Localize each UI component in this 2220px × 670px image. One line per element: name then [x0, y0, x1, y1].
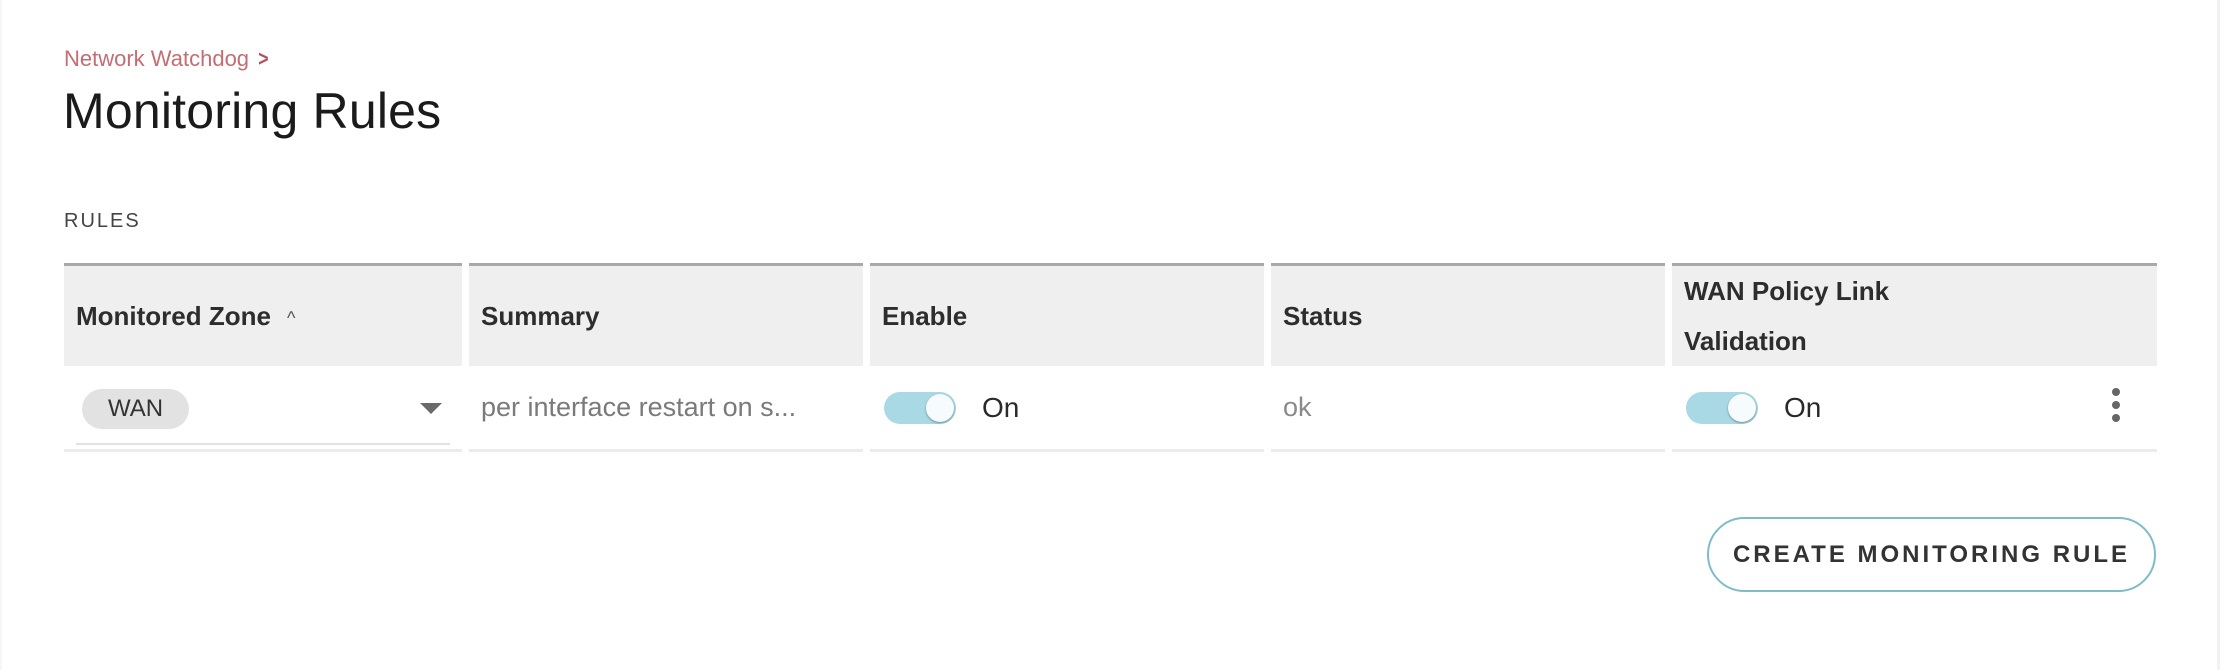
column-header-label: Status — [1283, 300, 1363, 331]
column-header-enable[interactable]: Enable — [870, 263, 1264, 366]
wan-policy-toggle-label: On — [1784, 391, 1822, 423]
status-text: ok — [1283, 392, 1312, 422]
cell-summary: per interface restart on s... — [469, 366, 863, 452]
enable-toggle[interactable] — [884, 391, 956, 424]
column-header-label-line2: Validation — [1684, 326, 1807, 356]
more-vertical-icon[interactable] — [2111, 388, 2121, 422]
column-header-monitored-zone[interactable]: Monitored Zone ^ — [64, 263, 462, 366]
column-header-summary[interactable]: Summary — [469, 263, 863, 366]
toggle-knob — [926, 393, 954, 422]
caret-up-icon[interactable]: ^ — [287, 308, 295, 329]
create-monitoring-rule-button[interactable]: CREATE MONITORING RULE — [1707, 517, 2156, 592]
section-label-rules: RULES — [64, 210, 141, 232]
cell-status: ok — [1271, 366, 1665, 452]
summary-text: per interface restart on s... — [481, 392, 797, 422]
column-header-label-line1: WAN Policy Link — [1684, 276, 1890, 306]
table-header: Monitored Zone ^ Summary Enable Status W… — [64, 263, 2157, 366]
table-row: WAN per interface restart on s... On ok … — [64, 366, 2157, 452]
column-header-label: Monitored Zone — [76, 300, 271, 331]
column-header-label: Enable — [882, 300, 968, 331]
cell-enable: On — [870, 366, 1264, 452]
window-left-edge — [0, 0, 2, 670]
chevron-right-icon: > — [258, 46, 269, 71]
rules-table: Monitored Zone ^ Summary Enable Status W… — [64, 263, 2157, 452]
toggle-knob — [1728, 393, 1756, 422]
zone-chip: WAN — [82, 388, 190, 429]
breadcrumb-link-network-watchdog[interactable]: Network Watchdog — [64, 46, 249, 72]
wan-policy-link-validation-toggle[interactable] — [1686, 391, 1758, 424]
column-header-wan-policy-link-validation[interactable]: WAN Policy Link Validation — [1672, 263, 2157, 366]
enable-toggle-label: On — [982, 391, 1020, 423]
page-title: Monitoring Rules — [63, 83, 442, 139]
zone-select[interactable]: WAN — [76, 381, 450, 445]
cell-monitored-zone: WAN — [64, 366, 462, 452]
column-header-label: Summary — [481, 300, 600, 331]
column-header-status[interactable]: Status — [1271, 263, 1665, 366]
breadcrumb: Network Watchdog > — [64, 46, 270, 72]
cell-wan-policy-link-validation: On — [1672, 366, 2157, 452]
dropdown-arrow-icon[interactable] — [420, 403, 442, 414]
